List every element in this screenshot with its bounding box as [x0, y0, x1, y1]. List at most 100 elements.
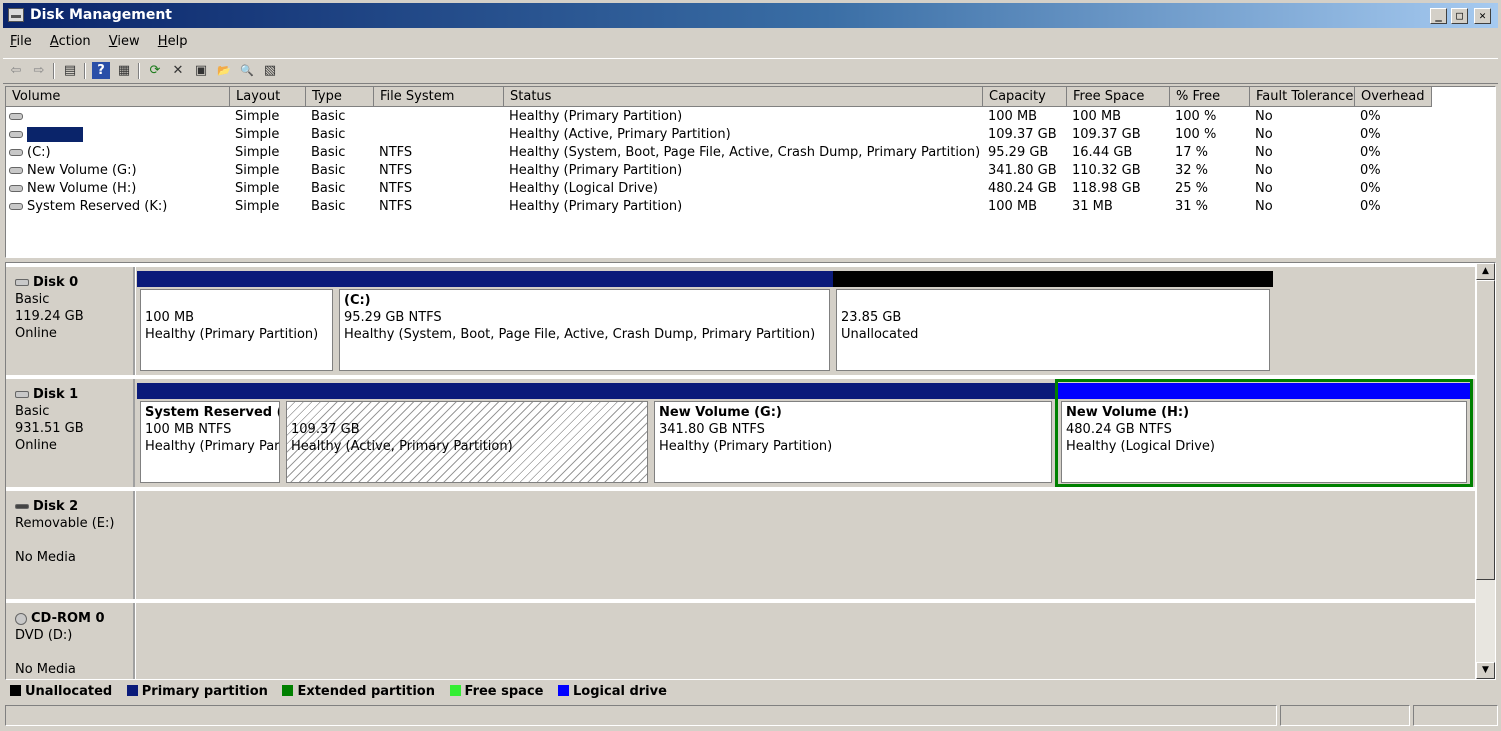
type-cell: Basic — [311, 199, 346, 214]
explore-icon[interactable]: 🔍 — [238, 62, 256, 79]
partition-body: System Reserved ( 100 MB NTFS Healthy (P… — [140, 401, 280, 483]
refresh-icon[interactable]: ⟳ — [146, 62, 164, 79]
partition-body: 100 MB Healthy (Primary Partition) — [140, 289, 333, 371]
status-pane — [1280, 705, 1410, 726]
console-tree-icon[interactable]: ▤ — [61, 62, 79, 79]
disk-size — [15, 532, 133, 549]
table-row[interactable]: Simple Basic Healthy (Primary Partition)… — [6, 108, 1495, 126]
overhead-cell: 0% — [1360, 181, 1381, 196]
status-cell: Healthy (System, Boot, Page File, Active… — [509, 145, 981, 160]
scroll-up-icon[interactable]: ▲ — [1476, 263, 1495, 280]
disk-row: CD-ROM 0 DVD (D:) No Media — [6, 603, 1475, 679]
volume-cell — [8, 126, 228, 144]
menu-action[interactable]: Action — [43, 32, 98, 51]
open-icon[interactable]: 📂 — [215, 62, 233, 79]
fault-tolerance-cell: No — [1255, 181, 1273, 196]
disk-graphical-view[interactable]: Disk 0 Basic 119.24 GB Online 100 MB Hea… — [5, 262, 1496, 680]
maximize-button[interactable]: □ — [1451, 8, 1468, 24]
partition-size: 23.85 GB — [841, 310, 902, 325]
column-fault-tolerance[interactable]: Fault Tolerance — [1250, 87, 1355, 107]
column-status[interactable]: Status — [504, 87, 983, 107]
partition-status: Healthy (Primary Partition) — [145, 439, 280, 454]
partition-size: 100 MB NTFS — [145, 422, 232, 437]
free-space-cell: 16.44 GB — [1072, 145, 1133, 160]
partition-body: (C:) 95.29 GB NTFS Healthy (System, Boot… — [339, 289, 830, 371]
disk-row: Disk 1 Basic 931.51 GB Online System Res… — [6, 379, 1475, 487]
layout-cell: Simple — [235, 109, 280, 124]
table-row[interactable]: System Reserved (K:) Simple Basic NTFS H… — [6, 198, 1495, 216]
layout-cell: Simple — [235, 145, 280, 160]
properties-pane-icon[interactable]: ▦ — [115, 62, 133, 79]
close-button[interactable]: ✕ — [1474, 8, 1491, 24]
column-type[interactable]: Type — [306, 87, 374, 107]
status-cell: Healthy (Primary Partition) — [509, 163, 683, 178]
volume-icon — [9, 149, 23, 156]
volume-name: (C:) — [27, 145, 51, 160]
percent-free-cell: 25 % — [1175, 181, 1209, 196]
volume-cell: (C:) — [8, 144, 228, 162]
layout-cell: Simple — [235, 163, 280, 178]
table-row[interactable]: (C:) Simple Basic NTFS Healthy (System, … — [6, 144, 1495, 162]
partition-name — [291, 404, 647, 421]
fault-tolerance-cell: No — [1255, 199, 1273, 214]
column-layout[interactable]: Layout — [230, 87, 306, 107]
back-icon[interactable]: ⇦ — [7, 62, 25, 79]
partition[interactable]: New Volume (G:) 341.80 GB NTFS Healthy (… — [651, 379, 1055, 487]
partition-status: Healthy (Primary Partition) — [145, 327, 319, 342]
column-capacity[interactable]: Capacity — [983, 87, 1067, 107]
delete-icon[interactable]: ✕ — [169, 62, 187, 79]
help-icon[interactable]: ? — [92, 62, 110, 79]
disk-name: Disk 2 — [33, 499, 79, 514]
help-topics-icon[interactable]: ▧ — [261, 62, 279, 79]
disk-empty-area — [135, 491, 1475, 599]
logical-drive-swatch — [558, 685, 570, 696]
scrollbar-thumb[interactable] — [1476, 280, 1495, 580]
partition-size: 480.24 GB NTFS — [1066, 422, 1172, 437]
volume-name: System Reserved (K:) — [27, 199, 168, 214]
volume-list-header: Volume Layout Type File System Status Ca… — [6, 87, 1495, 107]
fs-cell: NTFS — [379, 181, 413, 196]
legend-item: Primary partition — [122, 682, 268, 702]
table-row[interactable]: New Volume (H:) Simple Basic NTFS Health… — [6, 180, 1495, 198]
partition-size: 109.37 GB — [291, 422, 360, 437]
legend-item: Logical drive — [553, 682, 667, 702]
redacted-volume-name — [27, 127, 83, 142]
properties-icon[interactable]: ▣ — [192, 62, 210, 79]
legend-item: Unallocated — [5, 682, 112, 702]
table-row[interactable]: New Volume (G:) Simple Basic NTFS Health… — [6, 162, 1495, 180]
disk-2-label[interactable]: Disk 2 Removable (E:) No Media — [6, 491, 135, 599]
column-free-space[interactable]: Free Space — [1067, 87, 1170, 107]
forward-icon[interactable]: ⇨ — [30, 62, 48, 79]
partition-name: New Volume (H:) — [1066, 405, 1190, 420]
partition[interactable]: 100 MB Healthy (Primary Partition) — [137, 267, 336, 375]
status-cell: Healthy (Active, Primary Partition) — [509, 127, 731, 142]
column-file-system[interactable]: File System — [374, 87, 504, 107]
menu-file[interactable]: File — [3, 32, 39, 51]
disk-1-label[interactable]: Disk 1 Basic 931.51 GB Online — [6, 379, 135, 487]
scroll-down-icon[interactable]: ▼ — [1476, 662, 1495, 679]
minimize-button[interactable]: _ — [1430, 8, 1447, 24]
extended-partition[interactable]: New Volume (H:) 480.24 GB NTFS Healthy (… — [1055, 379, 1473, 487]
partition-color-bar — [137, 383, 283, 399]
partition[interactable]: 23.85 GB Unallocated — [833, 267, 1273, 375]
volume-list[interactable]: Volume Layout Type File System Status Ca… — [5, 86, 1496, 258]
partition[interactable]: 109.37 GB Healthy (Active, Primary Parti… — [283, 379, 651, 487]
menu-view[interactable]: View — [102, 32, 147, 51]
column-overhead[interactable]: Overhead — [1355, 87, 1432, 107]
partition-color-bar — [651, 383, 1055, 399]
column-volume[interactable]: Volume — [6, 87, 230, 107]
partition[interactable]: System Reserved ( 100 MB NTFS Healthy (P… — [137, 379, 283, 487]
cd-rom-icon — [15, 612, 27, 625]
table-row[interactable]: Simple Basic Healthy (Active, Primary Pa… — [6, 126, 1495, 144]
vertical-scrollbar[interactable]: ▲ ▼ — [1476, 263, 1495, 679]
disk-state: No Media — [15, 662, 76, 677]
disk-size — [15, 644, 133, 661]
partition[interactable]: (C:) 95.29 GB NTFS Healthy (System, Boot… — [336, 267, 833, 375]
disk-0-label[interactable]: Disk 0 Basic 119.24 GB Online — [6, 267, 135, 375]
title-bar[interactable]: Disk Management _ □ ✕ — [3, 3, 1498, 28]
percent-free-cell: 31 % — [1175, 199, 1209, 214]
column-percent-free[interactable]: % Free — [1170, 87, 1250, 107]
cdrom-0-label[interactable]: CD-ROM 0 DVD (D:) No Media — [6, 603, 135, 679]
menu-help[interactable]: Help — [151, 32, 195, 51]
type-cell: Basic — [311, 181, 346, 196]
